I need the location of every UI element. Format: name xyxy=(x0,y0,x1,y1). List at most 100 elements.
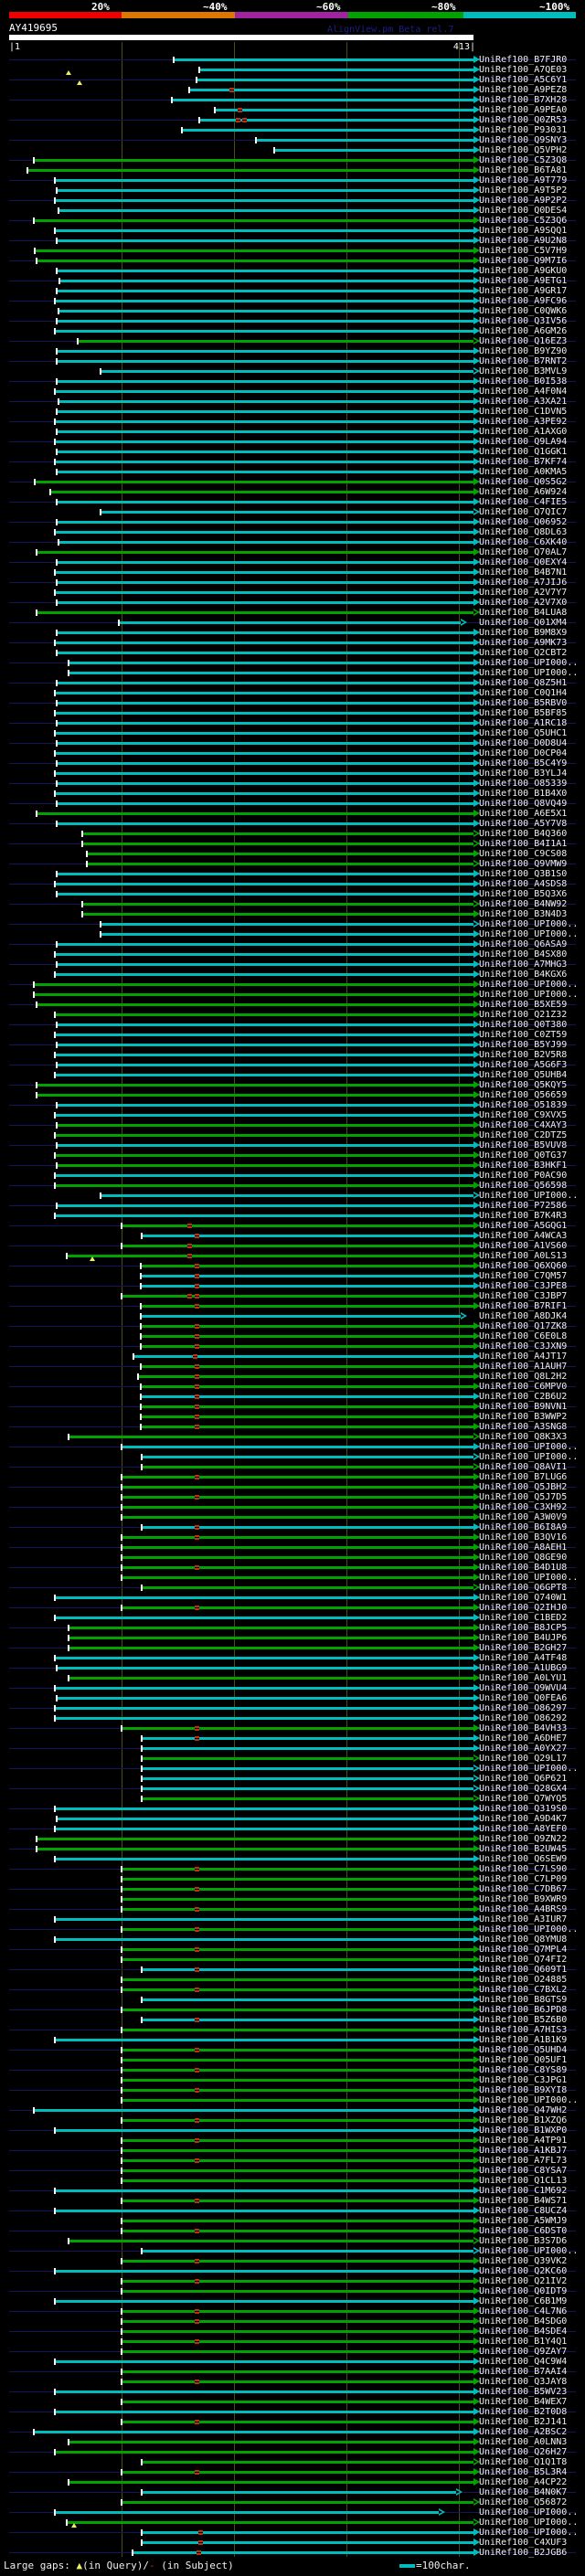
alignment-bar[interactable] xyxy=(133,2551,473,2554)
alignment-bar[interactable] xyxy=(198,69,473,71)
alignment-bar[interactable] xyxy=(121,1928,473,1931)
alignment-bar[interactable] xyxy=(142,1998,473,2001)
hit-accession-link[interactable]: UniRef100_A0YX27 xyxy=(479,1744,567,1754)
hit-accession-link[interactable]: UniRef100_B9XYI8 xyxy=(479,2085,567,2095)
alignment-bar[interactable] xyxy=(56,581,473,584)
alignment-bar[interactable] xyxy=(55,229,473,232)
hit-accession-link[interactable]: UniRef100_UPI000.. xyxy=(479,1764,578,1774)
alignment-bar[interactable] xyxy=(121,2501,473,2504)
alignment-bar[interactable] xyxy=(55,199,473,202)
alignment-bar[interactable] xyxy=(36,1848,473,1850)
alignment-bar[interactable] xyxy=(58,310,473,313)
hit-accession-link[interactable]: UniRef100_B2V5R8 xyxy=(479,1050,567,1060)
hit-accession-link[interactable]: UniRef100_O86292 xyxy=(479,1713,567,1723)
hit-accession-link[interactable]: UniRef100_A9T779 xyxy=(479,175,567,186)
alignment-bar[interactable] xyxy=(36,1003,473,1006)
hit-accession-link[interactable]: UniRef100_UPI000.. xyxy=(479,1191,578,1201)
alignment-bar[interactable] xyxy=(142,1767,473,1770)
alignment-bar[interactable] xyxy=(58,400,473,403)
alignment-bar[interactable] xyxy=(50,491,473,493)
alignment-bar[interactable] xyxy=(86,863,473,865)
alignment-bar[interactable] xyxy=(55,591,473,594)
alignment-bar[interactable] xyxy=(55,2270,473,2273)
hit-accession-link[interactable]: UniRef100_B6I8A9 xyxy=(479,1522,567,1532)
hit-accession-link[interactable]: UniRef100_B3N4D3 xyxy=(479,909,567,919)
alignment-bar[interactable] xyxy=(69,1647,473,1649)
alignment-bar[interactable] xyxy=(55,1938,473,1941)
hit-accession-link[interactable]: UniRef100_UPI000.. xyxy=(479,658,578,668)
alignment-bar[interactable] xyxy=(34,2109,473,2112)
alignment-bar[interactable] xyxy=(121,1506,473,1509)
hit-accession-link[interactable]: UniRef100_Q8AVI1 xyxy=(479,1462,567,1472)
hit-accession-link[interactable]: UniRef100_B5RBV0 xyxy=(479,698,567,708)
alignment-bar[interactable] xyxy=(142,2461,473,2464)
alignment-bar[interactable] xyxy=(34,219,473,222)
hit-accession-link[interactable]: UniRef100_Q7MPL4 xyxy=(479,1945,567,1955)
alignment-bar[interactable] xyxy=(55,1134,473,1137)
alignment-bar[interactable] xyxy=(36,812,473,815)
hit-accession-link[interactable]: UniRef100_A7HIS3 xyxy=(479,2025,567,2035)
hit-accession-link[interactable]: UniRef100_Q9M7I6 xyxy=(479,256,567,266)
hit-accession-link[interactable]: UniRef100_Q3JAY8 xyxy=(479,2377,567,2387)
hit-accession-link[interactable]: UniRef100_Q05UF1 xyxy=(479,2055,567,2065)
hit-accession-link[interactable]: UniRef100_Q3B1S0 xyxy=(479,869,567,879)
alignment-bar[interactable] xyxy=(55,883,473,885)
alignment-bar[interactable] xyxy=(142,1586,473,1589)
alignment-bar[interactable] xyxy=(121,1958,473,1961)
hit-accession-link[interactable]: UniRef100_B1Y4Q1 xyxy=(479,2337,567,2347)
hit-accession-link[interactable]: UniRef100_B0I538 xyxy=(479,376,567,387)
hit-accession-link[interactable]: UniRef100_C5Z3Q6 xyxy=(479,216,567,226)
hit-accession-link[interactable]: UniRef100_A7QE03 xyxy=(479,65,567,75)
hit-accession-link[interactable]: UniRef100_B5Z6B0 xyxy=(479,2015,567,2025)
alignment-bar[interactable] xyxy=(100,511,473,514)
alignment-bar[interactable] xyxy=(66,1255,473,1257)
alignment-bar[interactable] xyxy=(55,1657,473,1659)
hit-accession-link[interactable]: UniRef100_C2DTZ5 xyxy=(479,1130,567,1140)
hit-accession-link[interactable]: UniRef100_B7KF74 xyxy=(479,457,567,467)
alignment-bar[interactable] xyxy=(56,430,473,433)
alignment-bar[interactable] xyxy=(36,1084,473,1087)
alignment-bar[interactable] xyxy=(172,99,473,101)
alignment-bar[interactable] xyxy=(55,1034,473,1036)
hit-accession-link[interactable]: UniRef100_B3YLJ4 xyxy=(479,769,567,779)
hit-accession-link[interactable]: UniRef100_Q5VPH2 xyxy=(479,145,567,155)
hit-accession-link[interactable]: UniRef100_A5Y7V8 xyxy=(479,819,567,829)
alignment-bar[interactable] xyxy=(142,2250,473,2253)
alignment-bar[interactable] xyxy=(55,1707,473,1710)
alignment-bar[interactable] xyxy=(55,2511,439,2514)
alignment-bar[interactable] xyxy=(142,1456,473,1458)
hit-accession-link[interactable]: UniRef100_B4WS71 xyxy=(479,2196,567,2206)
hit-accession-link[interactable]: UniRef100_B5WV23 xyxy=(479,2387,567,2397)
alignment-bar[interactable] xyxy=(56,1164,473,1167)
alignment-bar[interactable] xyxy=(140,1426,473,1428)
hit-accession-link[interactable]: UniRef100_B5L3R4 xyxy=(479,2467,567,2477)
alignment-bar[interactable] xyxy=(55,732,473,735)
alignment-bar[interactable] xyxy=(138,1375,473,1378)
hit-accession-link[interactable]: UniRef100_Q7WYQ5 xyxy=(479,1794,567,1804)
hit-accession-link[interactable]: UniRef100_A7JIJ6 xyxy=(479,578,567,588)
hit-accession-link[interactable]: UniRef100_A3IUR7 xyxy=(479,1914,567,1924)
hit-accession-link[interactable]: UniRef100_B4NW92 xyxy=(479,899,567,909)
hit-accession-link[interactable]: UniRef100_Q16EZ3 xyxy=(479,336,567,346)
hit-accession-link[interactable]: UniRef100_C7LP09 xyxy=(479,1874,567,1884)
hit-accession-link[interactable]: UniRef100_B4I1A1 xyxy=(479,839,567,849)
hit-accession-link[interactable]: UniRef100_P72586 xyxy=(479,1201,567,1211)
alignment-bar[interactable] xyxy=(55,1717,473,1720)
alignment-bar[interactable] xyxy=(55,1074,473,1076)
alignment-bar[interactable] xyxy=(36,1094,473,1097)
hit-accession-link[interactable]: UniRef100_C3XH92 xyxy=(479,1502,567,1512)
hit-accession-link[interactable]: UniRef100_B7K4R3 xyxy=(479,1211,567,1221)
alignment-bar[interactable] xyxy=(69,1627,473,1629)
alignment-bar[interactable] xyxy=(55,692,473,694)
hit-accession-link[interactable]: UniRef100_UPI000.. xyxy=(479,919,578,929)
hit-accession-link[interactable]: UniRef100_A9GR17 xyxy=(479,286,567,296)
hit-accession-link[interactable]: UniRef100_Q21Z32 xyxy=(479,1010,567,1020)
hit-accession-link[interactable]: UniRef100_Q29L17 xyxy=(479,1754,567,1764)
hit-accession-link[interactable]: UniRef100_B7FJR0 xyxy=(479,55,567,65)
alignment-bar[interactable] xyxy=(81,832,473,835)
alignment-bar[interactable] xyxy=(55,330,473,333)
alignment-bar[interactable] xyxy=(55,300,473,302)
hit-accession-link[interactable]: UniRef100_P0AC90 xyxy=(479,1171,567,1181)
hit-accession-link[interactable]: UniRef100_Q01XM4 xyxy=(479,618,567,628)
alignment-bar[interactable] xyxy=(121,1868,473,1871)
